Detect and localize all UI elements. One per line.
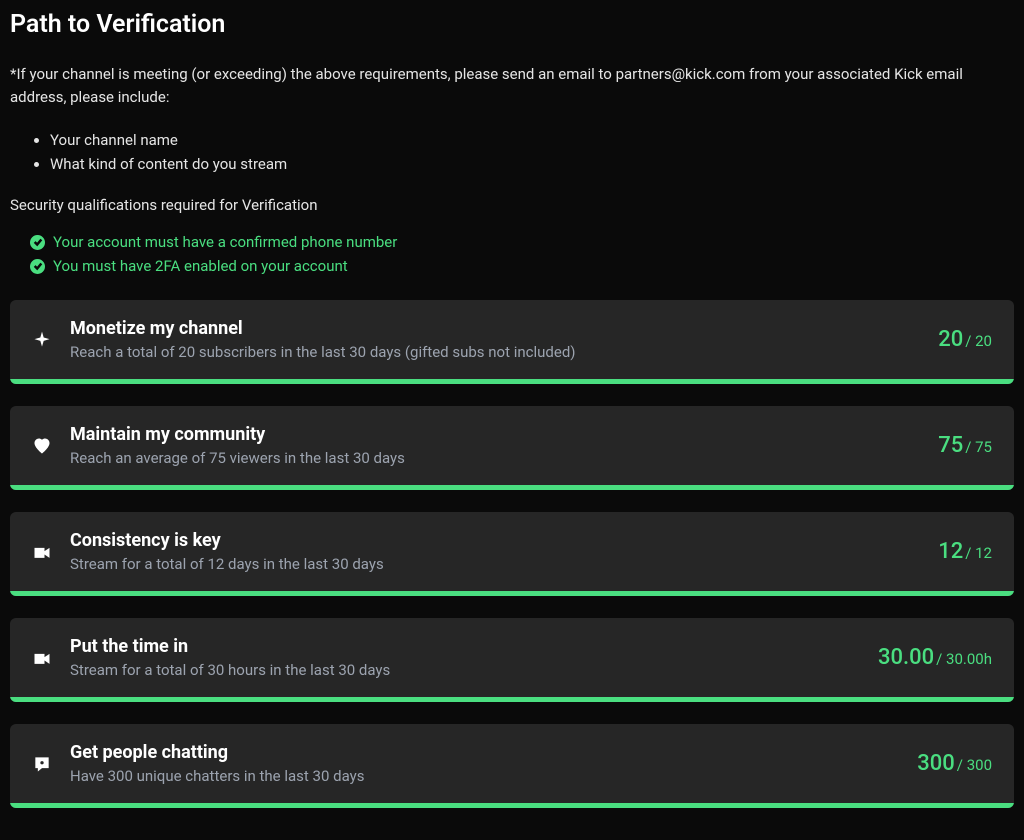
include-list: Your channel name What kind of content d… — [10, 128, 1014, 176]
intro-text: *If your channel is meeting (or exceedin… — [10, 63, 1014, 108]
card-description: Stream for a total of 30 hours in the la… — [70, 661, 860, 679]
progress-total: / 20 — [965, 332, 992, 350]
requirement-card: Put the time in Stream for a total of 30… — [10, 618, 1014, 702]
requirement-card: Consistency is key Stream for a total of… — [10, 512, 1014, 596]
security-list: Your account must have a confirmed phone… — [10, 230, 1014, 278]
chat-icon — [32, 754, 52, 774]
progress-current: 75 — [938, 433, 963, 458]
page-title: Path to Verification — [10, 10, 1014, 39]
camera-icon — [32, 542, 52, 562]
requirement-card: Maintain my community Reach an average o… — [10, 406, 1014, 490]
card-progress: 300 / 300 — [917, 751, 992, 776]
card-title: Maintain my community — [70, 424, 920, 445]
progress-bar — [10, 591, 1014, 596]
progress-current: 20 — [938, 327, 963, 352]
card-progress: 20 / 20 — [938, 327, 992, 352]
card-progress: 30.00 / 30.00h — [878, 645, 992, 670]
list-item: Your channel name — [50, 128, 1014, 152]
security-item-text: You must have 2FA enabled on your accoun… — [53, 254, 348, 278]
progress-bar — [10, 485, 1014, 490]
card-description: Reach a total of 20 subscribers in the l… — [70, 343, 920, 361]
progress-bar — [10, 697, 1014, 702]
card-description: Stream for a total of 12 days in the las… — [70, 555, 920, 573]
requirement-card: Monetize my channel Reach a total of 20 … — [10, 300, 1014, 384]
progress-total: / 75 — [965, 438, 992, 456]
camera-icon — [32, 648, 52, 668]
progress-bar — [10, 379, 1014, 384]
sparkle-icon — [32, 330, 52, 350]
check-circle-icon — [30, 235, 45, 250]
requirement-card: Get people chatting Have 300 unique chat… — [10, 724, 1014, 808]
progress-current: 300 — [917, 751, 955, 776]
card-progress: 75 / 75 — [938, 433, 992, 458]
list-item: What kind of content do you stream — [50, 152, 1014, 176]
card-title: Get people chatting — [70, 742, 899, 763]
security-item: You must have 2FA enabled on your accoun… — [30, 254, 1014, 278]
progress-total: / 12 — [965, 544, 992, 562]
card-progress: 12 / 12 — [938, 539, 992, 564]
progress-current: 12 — [938, 539, 963, 564]
card-title: Monetize my channel — [70, 318, 920, 339]
progress-total: / 300 — [957, 756, 992, 774]
card-description: Reach an average of 75 viewers in the la… — [70, 449, 920, 467]
card-title: Put the time in — [70, 636, 860, 657]
security-item: Your account must have a confirmed phone… — [30, 230, 1014, 254]
card-title: Consistency is key — [70, 530, 920, 551]
progress-total: / 30.00h — [936, 650, 992, 668]
progress-bar — [10, 803, 1014, 808]
progress-current: 30.00 — [878, 645, 934, 670]
check-circle-icon — [30, 259, 45, 274]
heart-icon — [32, 436, 52, 456]
security-item-text: Your account must have a confirmed phone… — [53, 230, 397, 254]
security-heading: Security qualifications required for Ver… — [10, 196, 1014, 214]
